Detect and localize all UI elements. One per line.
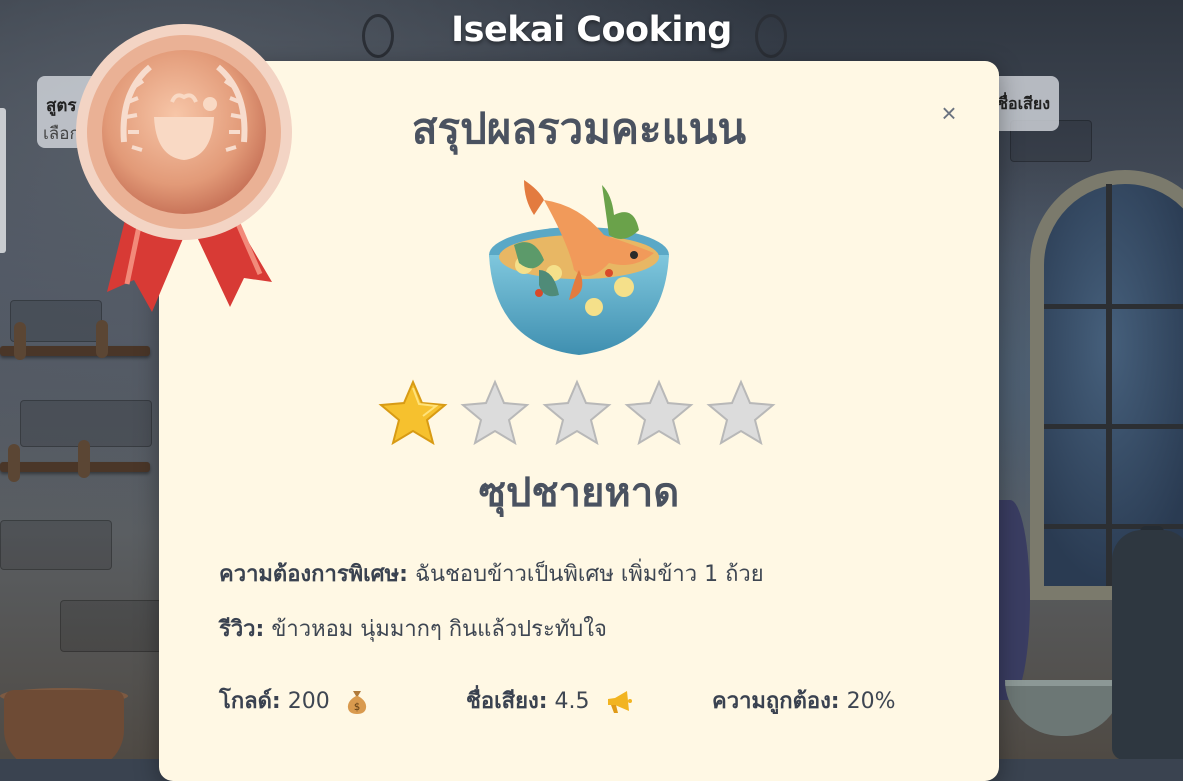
star-rating xyxy=(378,378,778,448)
star-icon-empty xyxy=(624,379,694,446)
gold-label: โกลด์: xyxy=(219,689,281,714)
svg-text:$: $ xyxy=(354,702,360,713)
bronze-medal-icon xyxy=(76,24,292,312)
accuracy-value: 20% xyxy=(846,689,896,714)
side-panel-edge xyxy=(0,108,6,253)
special-request-label: ความต้องการพิเศษ: xyxy=(219,562,408,587)
star-icon-filled xyxy=(378,379,448,446)
gold-stat: โกลด์: 200 $ xyxy=(219,683,369,718)
megaphone-icon xyxy=(607,691,632,713)
star-icon-empty xyxy=(460,379,530,446)
review-text: ข้าวหอม นุ่มมากๆ กินแล้วประทับใจ xyxy=(271,617,607,642)
reputation-stat: ชื่อเสียง: 4.5 xyxy=(466,683,633,718)
accuracy-stat: ความถูกต้อง: 20% xyxy=(712,683,896,718)
reputation-panel-label: ชื่อเสียง xyxy=(997,94,1050,113)
money-bag-icon: $ xyxy=(347,691,366,714)
dish-name: ซุปชายหาด xyxy=(478,470,680,516)
fish-soup-bowl-icon xyxy=(489,180,669,355)
special-request-text: ฉันชอบข้าวเป็นพิเศษ เพิ่มข้าว 1 ถ้วย xyxy=(414,562,764,587)
review-label: รีวิว: xyxy=(219,617,265,642)
review: รีวิว: ข้าวหอม นุ่มมากๆ กินแล้วประทับใจ xyxy=(219,611,607,646)
reputation-value: 4.5 xyxy=(554,689,590,714)
special-request: ความต้องการพิเศษ: ฉันชอบข้าวเป็นพิเศษ เพ… xyxy=(219,556,764,591)
gold-value: 200 xyxy=(287,689,330,714)
star-icon-empty xyxy=(542,379,612,446)
reputation-label: ชื่อเสียง: xyxy=(466,689,548,714)
star-icon-empty xyxy=(706,379,776,446)
accuracy-label: ความถูกต้อง: xyxy=(712,689,840,714)
